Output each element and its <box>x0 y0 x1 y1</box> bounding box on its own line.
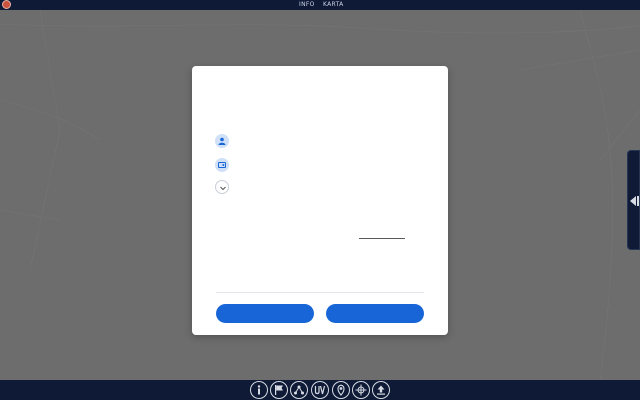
primary-action-button[interactable] <box>326 304 424 323</box>
flag-icon[interactable] <box>270 381 288 399</box>
tab-karta[interactable]: KARTA <box>323 1 343 9</box>
side-panel-handle[interactable] <box>627 150 640 250</box>
uv-icon[interactable] <box>311 381 329 399</box>
text-link[interactable] <box>359 238 405 239</box>
location-icon[interactable] <box>332 381 350 399</box>
logo-icon[interactable] <box>2 0 11 9</box>
id-card-icon <box>215 158 229 172</box>
upload-icon[interactable] <box>372 381 390 399</box>
network-icon[interactable] <box>290 381 308 399</box>
tab-info[interactable]: INFO <box>299 1 315 9</box>
chevron-down-icon[interactable] <box>215 180 229 194</box>
divider <box>216 292 424 293</box>
collapse-arrow-icon <box>630 196 639 206</box>
top-bar: INFO KARTA <box>0 0 640 10</box>
user-icon <box>215 134 229 148</box>
info-icon[interactable] <box>250 381 268 399</box>
bottom-toolbar <box>0 380 640 400</box>
secondary-action-button[interactable] <box>216 304 314 323</box>
crosshair-icon[interactable] <box>352 381 370 399</box>
login-dialog <box>192 66 448 335</box>
